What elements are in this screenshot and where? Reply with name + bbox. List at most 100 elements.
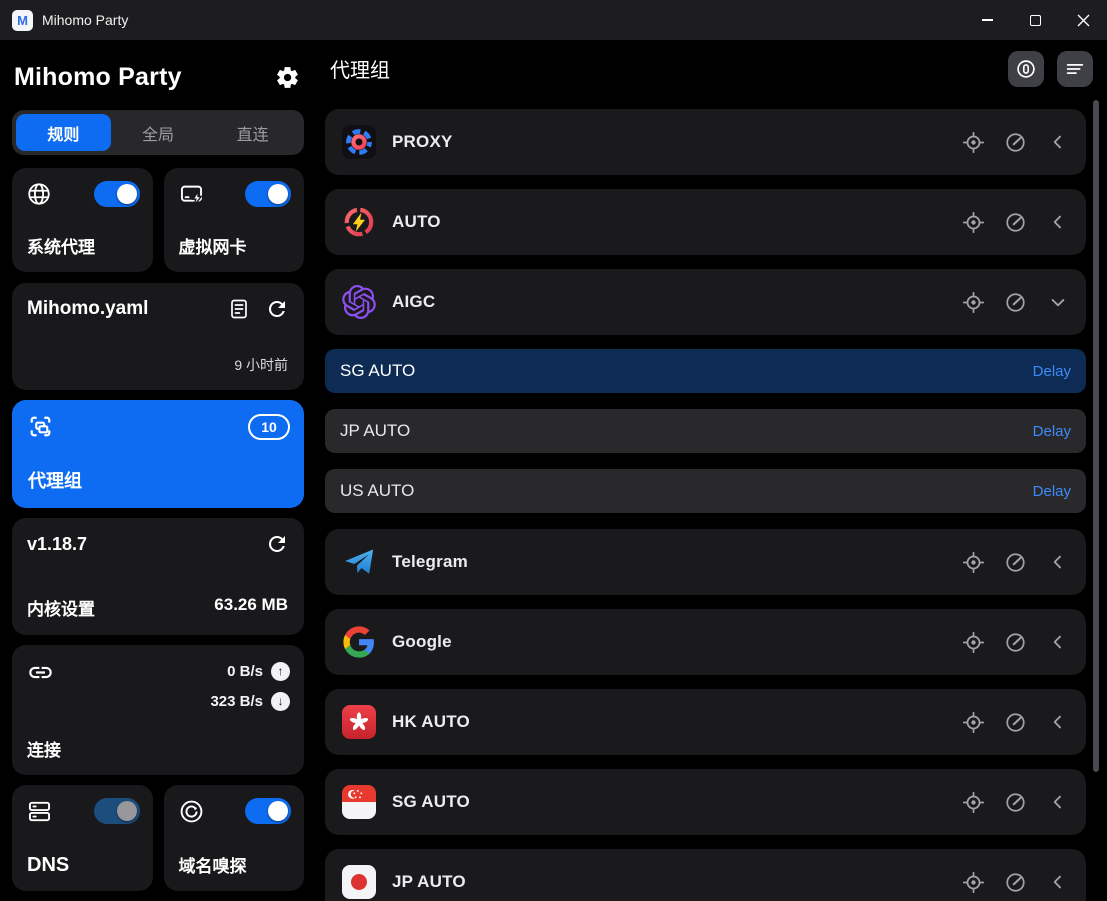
delay-button[interactable]: Delay (1033, 423, 1071, 440)
delay-test-button[interactable] (1004, 711, 1027, 734)
close-icon (1077, 14, 1090, 27)
profile-refresh-button[interactable] (265, 297, 289, 321)
chevron-left-icon (1048, 632, 1068, 652)
crosshair-icon (962, 211, 985, 234)
proxy-group-name: JP AUTO (392, 872, 466, 892)
proxy-group-row[interactable]: SG AUTO (325, 769, 1086, 835)
speedometer-icon (1004, 551, 1027, 574)
sniff-toggle[interactable] (245, 798, 291, 824)
download-arrow-icon: ↓ (271, 692, 290, 711)
settings-button[interactable] (275, 65, 300, 90)
group-display-mode-button[interactable] (1057, 51, 1093, 87)
locate-proxy-button[interactable] (962, 631, 985, 654)
window-controls (963, 0, 1107, 40)
document-icon (227, 297, 251, 321)
scrollbar[interactable] (1093, 100, 1099, 772)
proxy-option-list: SG AUTODelay JP AUTODelay US AUTODelay (325, 349, 1086, 513)
proxy-group-name: Google (392, 632, 452, 652)
refresh-icon (265, 297, 289, 321)
system-proxy-card[interactable]: 系统代理 (12, 168, 153, 272)
maximize-button[interactable] (1011, 0, 1059, 40)
telegram-icon (342, 545, 376, 579)
profile-edit-button[interactable] (227, 297, 251, 321)
delay-test-button[interactable] (1004, 131, 1027, 154)
core-restart-button[interactable] (265, 532, 289, 556)
titlebar: M Mihomo Party (0, 0, 1107, 40)
speedometer-icon (1004, 211, 1027, 234)
proxy-group-name: HK AUTO (392, 712, 470, 732)
proxy-groups-count-badge: 10 (248, 414, 290, 440)
tun-toggle[interactable] (245, 181, 291, 207)
speedometer-icon (1004, 291, 1027, 314)
dns-toggle[interactable] (94, 798, 140, 824)
expand-toggle-button[interactable] (1046, 551, 1069, 574)
expand-toggle-button[interactable] (1046, 871, 1069, 894)
expand-toggle-button[interactable] (1046, 291, 1069, 314)
locate-proxy-button[interactable] (962, 211, 985, 234)
sidebar: Mihomo Party 规则 全局 直连 系统代理 虚拟网卡 Mihomo.y… (0, 40, 316, 901)
expand-toggle-button[interactable] (1046, 131, 1069, 154)
proxy-option-row[interactable]: SG AUTODelay (325, 349, 1086, 393)
chevron-left-icon (1048, 872, 1068, 892)
proxy-group-name: SG AUTO (392, 792, 470, 812)
expand-toggle-button[interactable] (1046, 791, 1069, 814)
proxy-groups-card[interactable]: 10 代理组 (12, 400, 304, 508)
app-logo-icon: M (12, 10, 33, 31)
delay-button[interactable]: Delay (1033, 483, 1071, 500)
delay-test-button[interactable] (1004, 791, 1027, 814)
locate-proxy-button[interactable] (962, 791, 985, 814)
proxy-option-row[interactable]: US AUTODelay (325, 469, 1086, 513)
core-card[interactable]: v1.18.7 内核设置 63.26 MB (12, 518, 304, 635)
crosshair-icon (962, 131, 985, 154)
upload-speed: 0 B/s (227, 663, 263, 680)
system-proxy-toggle[interactable] (94, 181, 140, 207)
speedometer-icon (1004, 131, 1027, 154)
tab-global[interactable]: 全局 (111, 114, 206, 151)
proxy-group-row[interactable]: JP AUTO (325, 849, 1086, 901)
proxy-group-row[interactable]: AIGC (325, 269, 1086, 335)
proxy-group-row[interactable]: AUTO (325, 189, 1086, 255)
flag-hk-icon (342, 705, 376, 739)
zero-traffic-button[interactable] (1008, 51, 1044, 87)
sniff-card[interactable]: 域名嗅探 (164, 785, 305, 891)
proxy-option-row[interactable]: JP AUTODelay (325, 409, 1086, 453)
crosshair-icon (962, 791, 985, 814)
locate-proxy-button[interactable] (962, 551, 985, 574)
expand-toggle-button[interactable] (1046, 211, 1069, 234)
delay-test-button[interactable] (1004, 871, 1027, 894)
crosshair-icon (962, 871, 985, 894)
tab-direct[interactable]: 直连 (205, 114, 300, 151)
delay-button[interactable]: Delay (1033, 363, 1071, 380)
delay-test-button[interactable] (1004, 551, 1027, 574)
outbound-mode-tabs: 规则 全局 直连 (12, 110, 304, 155)
proxy-group-row[interactable]: Telegram (325, 529, 1086, 595)
tun-label: 虚拟网卡 (179, 233, 247, 258)
chevron-left-icon (1048, 712, 1068, 732)
minimize-button[interactable] (963, 0, 1011, 40)
dns-card[interactable]: DNS (12, 785, 153, 891)
delay-test-button[interactable] (1004, 211, 1027, 234)
list-icon (1064, 58, 1086, 80)
close-button[interactable] (1059, 0, 1107, 40)
core-memory: 63.26 MB (214, 595, 288, 620)
proxy-group-row[interactable]: PROXY (325, 109, 1086, 175)
crosshair-icon (962, 291, 985, 314)
delay-test-button[interactable] (1004, 631, 1027, 654)
connections-card[interactable]: 0 B/s↑ 323 B/s↓ 连接 (12, 645, 304, 775)
maximize-icon (1030, 15, 1041, 26)
delay-test-button[interactable] (1004, 291, 1027, 314)
expand-toggle-button[interactable] (1046, 711, 1069, 734)
refresh-icon (265, 532, 289, 556)
proxy-group-row[interactable]: Google (325, 609, 1086, 675)
sniff-icon (178, 798, 205, 825)
tun-card[interactable]: 虚拟网卡 (164, 168, 305, 272)
locate-proxy-button[interactable] (962, 871, 985, 894)
locate-proxy-button[interactable] (962, 291, 985, 314)
gear-icon (275, 65, 300, 90)
expand-toggle-button[interactable] (1046, 631, 1069, 654)
proxy-group-row[interactable]: HK AUTO (325, 689, 1086, 755)
locate-proxy-button[interactable] (962, 711, 985, 734)
profile-card[interactable]: Mihomo.yaml 9 小时前 (12, 283, 304, 390)
tab-rule[interactable]: 规则 (16, 114, 111, 151)
locate-proxy-button[interactable] (962, 131, 985, 154)
